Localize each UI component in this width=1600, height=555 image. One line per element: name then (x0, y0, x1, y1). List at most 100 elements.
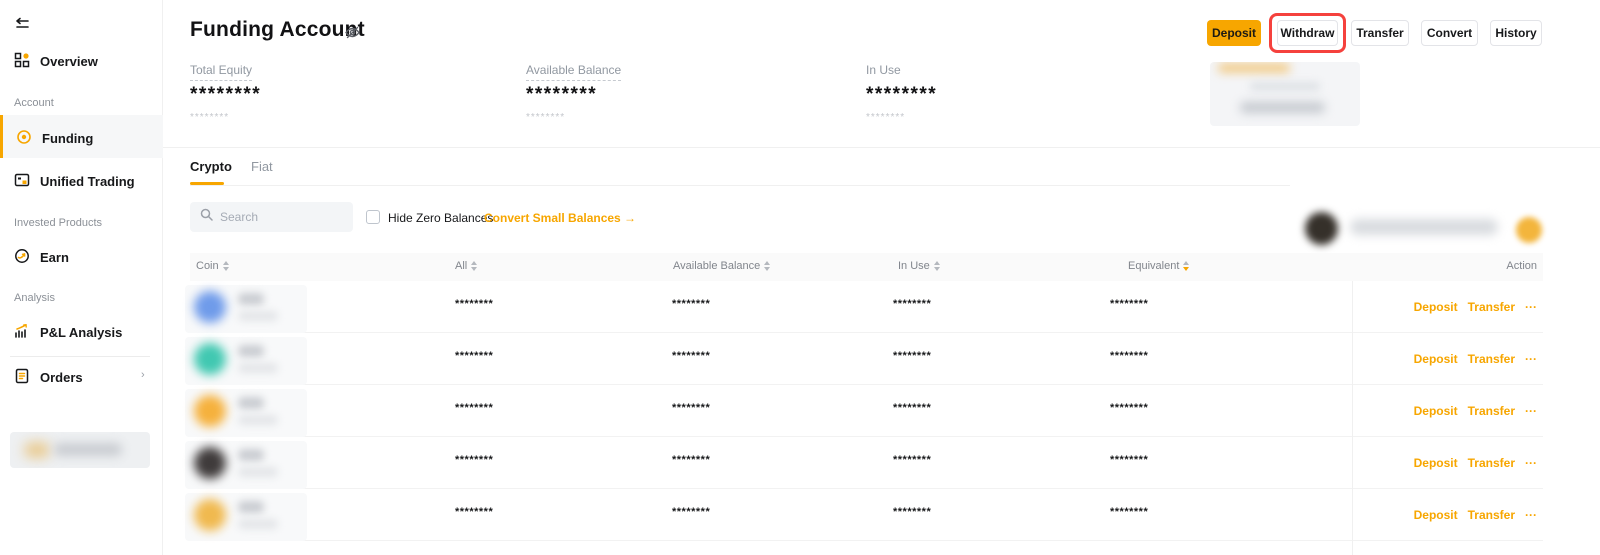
search-icon (200, 208, 213, 226)
blurred-gray-blob (54, 443, 122, 456)
row-transfer-link[interactable]: Transfer (1468, 352, 1515, 366)
row-actions: Deposit Transfer ··· (1414, 508, 1537, 522)
sort-icon (471, 261, 477, 271)
sidebar-item-label: Unified Trading (40, 174, 135, 189)
column-label: Coin (196, 260, 219, 272)
table-row: ******** ******** ******** ******** Depo… (190, 333, 1543, 385)
header-divider (163, 147, 1600, 148)
convert-small-balances-link[interactable]: Convert Small Balances → (484, 211, 636, 225)
total-equity-sub: ******** (190, 112, 229, 123)
total-equity-value: ******** (190, 84, 261, 106)
equivalent-value: ******** (1110, 454, 1148, 466)
more-actions-icon[interactable]: ··· (1525, 300, 1537, 314)
more-actions-icon[interactable]: ··· (1525, 456, 1537, 470)
collapse-sidebar-icon[interactable] (14, 16, 31, 38)
sort-icon (764, 261, 770, 271)
blurred-coin-name (238, 449, 264, 461)
column-label: Equivalent (1128, 260, 1179, 272)
sidebar-item-pnl-analysis[interactable]: P&L Analysis (14, 323, 122, 342)
more-actions-icon[interactable]: ··· (1525, 404, 1537, 418)
blurred-user-row (1298, 208, 1548, 250)
row-deposit-link[interactable]: Deposit (1414, 508, 1458, 522)
earn-icon (14, 248, 30, 267)
page-title: Funding Account (190, 18, 365, 42)
tab-crypto[interactable]: Crypto (190, 159, 232, 174)
available-balance-label: Available Balance (526, 63, 621, 81)
available-value: ******** (672, 506, 710, 518)
in-use-value: ******** (893, 506, 931, 518)
in-use-value: ******** (893, 402, 931, 414)
blurred-coin-name (238, 397, 264, 409)
column-header-equivalent[interactable]: Equivalent (1128, 260, 1189, 272)
history-button[interactable]: History (1490, 20, 1542, 46)
search-box[interactable] (190, 202, 353, 232)
funding-account-page: Overview Account Funding Unified Trading… (0, 0, 1600, 555)
row-actions: Deposit Transfer ··· (1414, 352, 1537, 366)
in-use-value: ******** (893, 298, 931, 310)
in-use-sub: ******** (866, 112, 905, 123)
row-actions: Deposit Transfer ··· (1414, 404, 1537, 418)
coin-icon (194, 291, 226, 323)
coin-icon (194, 343, 226, 375)
sidebar-item-label: Earn (40, 250, 69, 265)
action-column-divider (1352, 281, 1353, 555)
column-header-in-use[interactable]: In Use (898, 260, 940, 272)
orders-chevron-icon[interactable]: › (141, 369, 145, 381)
withdraw-button[interactable]: Withdraw (1277, 20, 1338, 46)
pnl-chart-icon (14, 323, 30, 342)
coin-icon (194, 395, 226, 427)
available-value: ******** (672, 298, 710, 310)
orders-document-icon (14, 368, 30, 387)
row-deposit-link[interactable]: Deposit (1414, 352, 1458, 366)
column-header-available-balance[interactable]: Available Balance (673, 260, 770, 272)
column-header-all[interactable]: All (455, 260, 477, 272)
equivalent-value: ******** (1110, 506, 1148, 518)
sidebar-item-unified-trading[interactable]: Unified Trading (14, 172, 135, 191)
in-use-label: In Use (866, 63, 901, 80)
row-deposit-link[interactable]: Deposit (1414, 456, 1458, 470)
row-transfer-link[interactable]: Transfer (1468, 300, 1515, 314)
more-actions-icon[interactable]: ··· (1525, 352, 1537, 366)
convert-button[interactable]: Convert (1421, 20, 1478, 46)
table-row: ******** ******** ******** ******** Depo… (190, 489, 1543, 541)
sidebar-item-earn[interactable]: Earn (14, 248, 69, 267)
sidebar-divider (10, 356, 150, 357)
row-deposit-link[interactable]: Deposit (1414, 300, 1458, 314)
row-deposit-link[interactable]: Deposit (1414, 404, 1458, 418)
column-header-coin[interactable]: Coin (196, 260, 229, 272)
table-header-row: Coin All Available Balance In Use Equiva… (190, 253, 1543, 281)
funding-target-icon (16, 129, 32, 148)
blurred-avatar (1305, 212, 1338, 245)
sidebar-item-orders[interactable]: Orders (14, 368, 83, 387)
available-balance-sub: ******** (526, 112, 565, 123)
blurred-coin-subtitle (238, 467, 278, 477)
row-actions: Deposit Transfer ··· (1414, 456, 1537, 470)
available-value: ******** (672, 350, 710, 362)
available-value: ******** (672, 402, 710, 414)
row-transfer-link[interactable]: Transfer (1468, 456, 1515, 470)
sort-icon-active-desc (1183, 261, 1189, 271)
blurred-coin-subtitle (238, 363, 278, 373)
hide-balance-eye-off-icon[interactable] (344, 24, 361, 46)
total-equity-label: Total Equity (190, 63, 252, 81)
transfer-button[interactable]: Transfer (1351, 20, 1409, 46)
blurred-orange-line (1218, 64, 1290, 72)
row-transfer-link[interactable]: Transfer (1468, 404, 1515, 418)
funding-active-bar (0, 115, 3, 158)
sidebar-item-overview[interactable]: Overview (14, 52, 98, 71)
search-input[interactable] (220, 210, 330, 224)
hide-zero-balances-checkbox[interactable] (366, 210, 380, 224)
sidebar-section-invested-products: Invested Products (14, 217, 102, 229)
blurred-info-card (1210, 62, 1360, 126)
sidebar-section-account: Account (14, 97, 54, 109)
more-actions-icon[interactable]: ··· (1525, 508, 1537, 522)
in-use-value: ******** (893, 350, 931, 362)
coin-icon (194, 499, 226, 531)
deposit-button[interactable]: Deposit (1207, 20, 1261, 46)
sidebar-item-funding[interactable]: Funding (16, 129, 93, 148)
equivalent-value: ******** (1110, 298, 1148, 310)
tab-fiat[interactable]: Fiat (251, 159, 273, 174)
in-use-value: ******** (866, 84, 937, 106)
row-transfer-link[interactable]: Transfer (1468, 508, 1515, 522)
in-use-value: ******** (893, 454, 931, 466)
